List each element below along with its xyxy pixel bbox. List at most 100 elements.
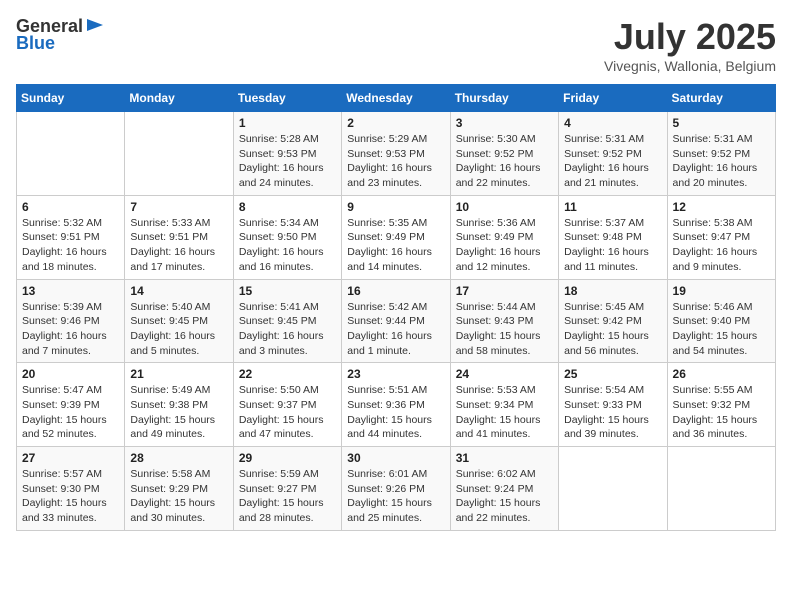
day-info: Sunrise: 5:53 AM Sunset: 9:34 PM Dayligh… — [456, 383, 553, 442]
day-number: 11 — [564, 200, 661, 214]
calendar-cell: 26 Sunrise: 5:55 AM Sunset: 9:32 PM Dayli… — [667, 363, 775, 447]
day-number: 29 — [239, 451, 336, 465]
calendar-table: SundayMondayTuesdayWednesdayThursdayFrid… — [16, 84, 776, 531]
day-of-week-header: Friday — [559, 85, 667, 112]
day-of-week-header: Sunday — [17, 85, 125, 112]
day-of-week-header: Wednesday — [342, 85, 450, 112]
calendar-cell: 14Sunrise: 5:40 AM Sunset: 9:45 PM Dayli… — [125, 279, 233, 363]
calendar-week-row: 20 Sunrise: 5:47 AM Sunset: 9:39 PM Dayli… — [17, 363, 776, 447]
day-info: Sunrise: 5:30 AM Sunset: 9:52 PM Dayligh… — [456, 132, 553, 191]
calendar-cell — [667, 447, 775, 531]
day-of-week-header: Monday — [125, 85, 233, 112]
calendar-cell: 27 Sunrise: 5:57 AM Sunset: 9:30 PM Dayli… — [17, 447, 125, 531]
day-of-week-header: Thursday — [450, 85, 558, 112]
day-info: Sunrise: 5:50 AM Sunset: 9:37 PM Dayligh… — [239, 383, 336, 442]
day-info: Sunrise: 5:54 AM Sunset: 9:33 PM Dayligh… — [564, 383, 661, 442]
day-info: Sunrise: 5:34 AM Sunset: 9:50 PM Dayligh… — [239, 216, 336, 275]
calendar-cell: 5 Sunrise: 5:31 AM Sunset: 9:52 PM Daylig… — [667, 112, 775, 196]
calendar-cell: 2Sunrise: 5:29 AM Sunset: 9:53 PM Daylig… — [342, 112, 450, 196]
month-year-title: July 2025 — [604, 16, 776, 58]
calendar-cell — [17, 112, 125, 196]
calendar-cell: 22 Sunrise: 5:50 AM Sunset: 9:37 PM Dayli… — [233, 363, 341, 447]
day-info: Sunrise: 5:46 AM Sunset: 9:40 PM Dayligh… — [673, 300, 770, 359]
day-number: 25 — [564, 367, 661, 381]
day-info: Sunrise: 6:02 AM Sunset: 9:24 PM Dayligh… — [456, 467, 553, 526]
logo-flag-icon — [85, 17, 105, 37]
calendar-cell: 8 Sunrise: 5:34 AM Sunset: 9:50 PM Daylig… — [233, 195, 341, 279]
calendar-cell: 30 Sunrise: 6:01 AM Sunset: 9:26 PM Dayli… — [342, 447, 450, 531]
day-info: Sunrise: 5:57 AM Sunset: 9:30 PM Dayligh… — [22, 467, 119, 526]
calendar-cell: 18 Sunrise: 5:45 AM Sunset: 9:42 PM Dayli… — [559, 279, 667, 363]
calendar-cell: 17Sunrise: 5:44 AM Sunset: 9:43 PM Dayli… — [450, 279, 558, 363]
day-of-week-header: Saturday — [667, 85, 775, 112]
location-subtitle: Vivegnis, Wallonia, Belgium — [604, 58, 776, 74]
day-of-week-header: Tuesday — [233, 85, 341, 112]
day-info: Sunrise: 5:41 AM Sunset: 9:45 PM Dayligh… — [239, 300, 336, 359]
day-number: 21 — [130, 367, 227, 381]
day-number: 23 — [347, 367, 444, 381]
calendar-cell — [125, 112, 233, 196]
day-info: Sunrise: 5:31 AM Sunset: 9:52 PM Dayligh… — [564, 132, 661, 191]
day-info: Sunrise: 5:35 AM Sunset: 9:49 PM Dayligh… — [347, 216, 444, 275]
day-number: 2 — [347, 116, 444, 130]
day-info: Sunrise: 5:55 AM Sunset: 9:32 PM Dayligh… — [673, 383, 770, 442]
day-info: Sunrise: 5:42 AM Sunset: 9:44 PM Dayligh… — [347, 300, 444, 359]
day-info: Sunrise: 5:36 AM Sunset: 9:49 PM Dayligh… — [456, 216, 553, 275]
calendar-cell: 4Sunrise: 5:31 AM Sunset: 9:52 PM Daylig… — [559, 112, 667, 196]
calendar-cell: 21 Sunrise: 5:49 AM Sunset: 9:38 PM Dayli… — [125, 363, 233, 447]
calendar-cell: 24Sunrise: 5:53 AM Sunset: 9:34 PM Dayli… — [450, 363, 558, 447]
day-number: 26 — [673, 367, 770, 381]
calendar-cell: 28 Sunrise: 5:58 AM Sunset: 9:29 PM Dayli… — [125, 447, 233, 531]
day-number: 8 — [239, 200, 336, 214]
calendar-cell: 16 Sunrise: 5:42 AM Sunset: 9:44 PM Dayli… — [342, 279, 450, 363]
day-number: 7 — [130, 200, 227, 214]
calendar-cell: 6Sunrise: 5:32 AM Sunset: 9:51 PM Daylig… — [17, 195, 125, 279]
day-info: Sunrise: 5:49 AM Sunset: 9:38 PM Dayligh… — [130, 383, 227, 442]
calendar-cell: 29Sunrise: 5:59 AM Sunset: 9:27 PM Dayli… — [233, 447, 341, 531]
calendar-week-row: 6Sunrise: 5:32 AM Sunset: 9:51 PM Daylig… — [17, 195, 776, 279]
logo: General Blue — [16, 16, 105, 54]
calendar-cell: 11 Sunrise: 5:37 AM Sunset: 9:48 PM Dayli… — [559, 195, 667, 279]
calendar-week-row: 27 Sunrise: 5:57 AM Sunset: 9:30 PM Dayli… — [17, 447, 776, 531]
day-number: 22 — [239, 367, 336, 381]
calendar-week-row: 13 Sunrise: 5:39 AM Sunset: 9:46 PM Dayli… — [17, 279, 776, 363]
calendar-cell: 10Sunrise: 5:36 AM Sunset: 9:49 PM Dayli… — [450, 195, 558, 279]
day-info: Sunrise: 5:31 AM Sunset: 9:52 PM Dayligh… — [673, 132, 770, 191]
page-header: General Blue July 2025 Vivegnis, Walloni… — [16, 16, 776, 74]
day-info: Sunrise: 5:33 AM Sunset: 9:51 PM Dayligh… — [130, 216, 227, 275]
calendar-cell: 1Sunrise: 5:28 AM Sunset: 9:53 PM Daylig… — [233, 112, 341, 196]
day-info: Sunrise: 5:44 AM Sunset: 9:43 PM Dayligh… — [456, 300, 553, 359]
day-number: 30 — [347, 451, 444, 465]
day-number: 3 — [456, 116, 553, 130]
day-info: Sunrise: 5:58 AM Sunset: 9:29 PM Dayligh… — [130, 467, 227, 526]
day-number: 13 — [22, 284, 119, 298]
day-number: 15 — [239, 284, 336, 298]
day-number: 14 — [130, 284, 227, 298]
calendar-cell: 23 Sunrise: 5:51 AM Sunset: 9:36 PM Dayli… — [342, 363, 450, 447]
day-info: Sunrise: 5:45 AM Sunset: 9:42 PM Dayligh… — [564, 300, 661, 359]
day-number: 19 — [673, 284, 770, 298]
day-info: Sunrise: 5:47 AM Sunset: 9:39 PM Dayligh… — [22, 383, 119, 442]
day-number: 5 — [673, 116, 770, 130]
calendar-cell: 9Sunrise: 5:35 AM Sunset: 9:49 PM Daylig… — [342, 195, 450, 279]
day-number: 16 — [347, 284, 444, 298]
day-number: 28 — [130, 451, 227, 465]
calendar-cell: 19 Sunrise: 5:46 AM Sunset: 9:40 PM Dayli… — [667, 279, 775, 363]
day-number: 12 — [673, 200, 770, 214]
day-number: 27 — [22, 451, 119, 465]
calendar-cell: 13 Sunrise: 5:39 AM Sunset: 9:46 PM Dayli… — [17, 279, 125, 363]
day-number: 20 — [22, 367, 119, 381]
day-number: 31 — [456, 451, 553, 465]
day-info: Sunrise: 5:39 AM Sunset: 9:46 PM Dayligh… — [22, 300, 119, 359]
calendar-cell: 31 Sunrise: 6:02 AM Sunset: 9:24 PM Dayli… — [450, 447, 558, 531]
calendar-cell: 7 Sunrise: 5:33 AM Sunset: 9:51 PM Daylig… — [125, 195, 233, 279]
calendar-cell: 3 Sunrise: 5:30 AM Sunset: 9:52 PM Daylig… — [450, 112, 558, 196]
calendar-cell: 20 Sunrise: 5:47 AM Sunset: 9:39 PM Dayli… — [17, 363, 125, 447]
day-info: Sunrise: 5:32 AM Sunset: 9:51 PM Dayligh… — [22, 216, 119, 275]
logo-blue-text: Blue — [16, 33, 55, 54]
calendar-week-row: 1Sunrise: 5:28 AM Sunset: 9:53 PM Daylig… — [17, 112, 776, 196]
day-info: Sunrise: 6:01 AM Sunset: 9:26 PM Dayligh… — [347, 467, 444, 526]
day-number: 18 — [564, 284, 661, 298]
day-info: Sunrise: 5:51 AM Sunset: 9:36 PM Dayligh… — [347, 383, 444, 442]
day-info: Sunrise: 5:37 AM Sunset: 9:48 PM Dayligh… — [564, 216, 661, 275]
